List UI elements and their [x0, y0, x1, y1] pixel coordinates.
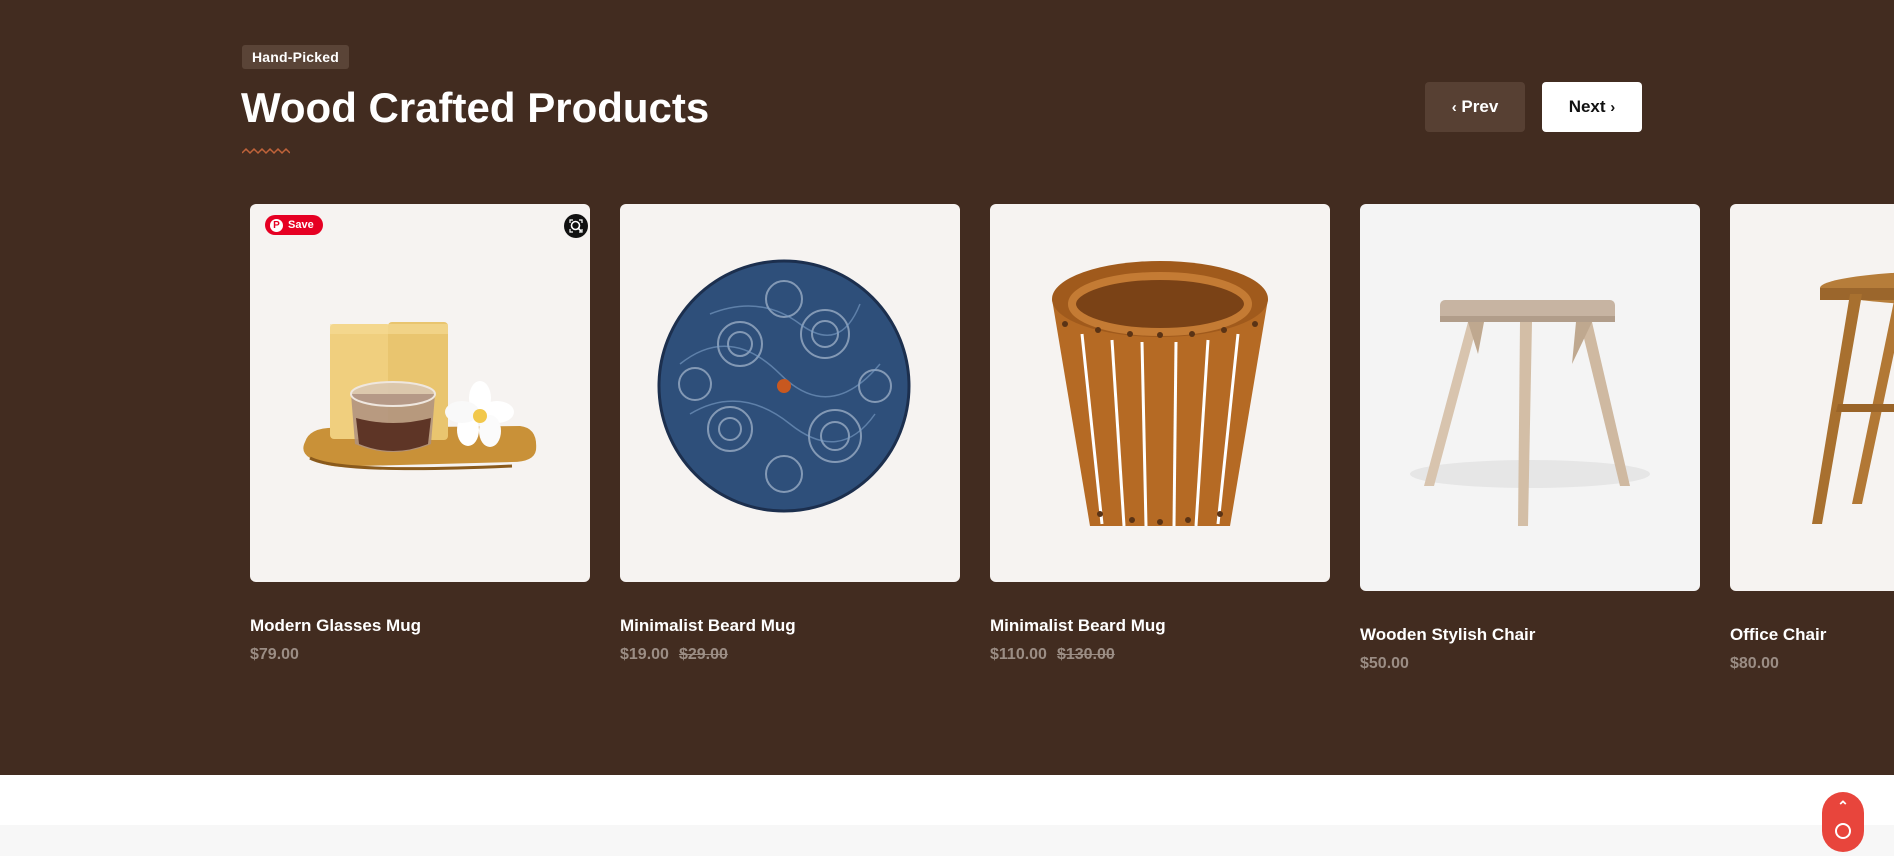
product-name[interactable]: Minimalist Beard Mug: [620, 616, 960, 636]
next-label: Next: [1568, 97, 1606, 116]
product-price: $110.00: [990, 646, 1047, 663]
carousel-next-button[interactable]: Next ›: [1542, 82, 1642, 132]
chevron-up-icon: ⌃: [1837, 798, 1849, 814]
chevron-right-icon: ›: [1610, 99, 1616, 116]
product-price: $79.00: [250, 646, 299, 663]
pinterest-save-button[interactable]: P Save: [265, 215, 323, 235]
product-price: $80.00: [1730, 655, 1779, 672]
product-image[interactable]: P Save: [250, 204, 590, 582]
product-image[interactable]: [1730, 204, 1894, 591]
next-section-start: [0, 825, 1894, 856]
product-card[interactable]: Office Chair $80.00: [1730, 204, 1894, 673]
product-name[interactable]: Wooden Stylish Chair: [1360, 625, 1700, 645]
product-name[interactable]: Modern Glasses Mug: [250, 616, 590, 636]
product-price: $50.00: [1360, 655, 1409, 672]
product-card[interactable]: Minimalist Beard Mug $110.00 $130.00: [990, 204, 1330, 664]
scroll-to-top-button[interactable]: ⌃: [1822, 792, 1864, 852]
product-price: $19.00: [620, 646, 669, 663]
featured-products-section: Hand-Picked Wood Crafted Products ‹ Prev…: [0, 0, 1894, 775]
product-image[interactable]: [990, 204, 1330, 582]
product-image[interactable]: [620, 204, 960, 582]
product-name[interactable]: Minimalist Beard Mug: [990, 616, 1330, 636]
product-old-price: $130.00: [1056, 646, 1115, 663]
product-card[interactable]: P Save Modern Glasses Mug $79.00: [250, 204, 590, 664]
title-underline-squiggle: [242, 147, 290, 155]
product-image[interactable]: [1360, 204, 1700, 591]
carousel-prev-button[interactable]: ‹ Prev: [1425, 82, 1525, 132]
chevron-left-icon: ‹: [1451, 99, 1457, 116]
scroll-progress-ring: [1835, 823, 1851, 839]
product-old-price: $29.00: [678, 646, 728, 663]
wooden-chair-image: [1812, 272, 1894, 524]
pinterest-icon: P: [270, 218, 283, 232]
wooden-stool-image: [1410, 300, 1650, 526]
visual-search-icon[interactable]: [564, 214, 588, 238]
soap-and-candle-image: [303, 322, 537, 471]
product-name[interactable]: Office Chair: [1730, 625, 1894, 645]
pinterest-save-label: Save: [288, 219, 314, 231]
product-card[interactable]: Minimalist Beard Mug $19.00 $29.00: [620, 204, 960, 664]
patterned-bowl-image: [657, 259, 911, 513]
page-gap: [0, 775, 1894, 825]
section-tag: Hand-Picked: [242, 45, 349, 69]
section-title: Wood Crafted Products: [241, 84, 710, 131]
product-card[interactable]: Wooden Stylish Chair $50.00: [1360, 204, 1700, 673]
wooden-basket-image: [1052, 261, 1268, 527]
prev-label: Prev: [1461, 97, 1499, 116]
